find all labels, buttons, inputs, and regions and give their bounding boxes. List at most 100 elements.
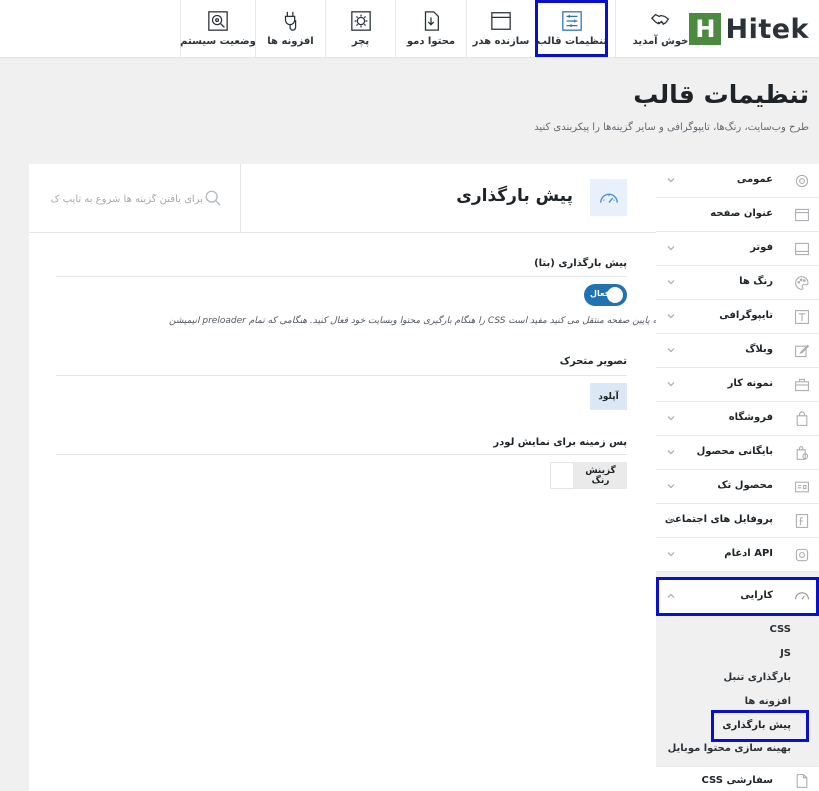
gear-icon [350,11,371,31]
sidebar-item-label: فوتر [750,242,773,253]
preloader-toggle[interactable]: فعال [584,284,627,306]
sidebar-item-api-integration[interactable]: ادغام API [656,538,819,572]
chevron-down-icon [667,552,675,557]
chevron-down-icon [667,348,675,353]
submenu-item-lazy-loading[interactable]: بارگذاری تنبل [723,672,791,683]
sidebar-item-page-header[interactable]: عنوان صفحه [656,198,819,232]
system-status-icon [208,11,228,31]
footer-icon [795,242,809,256]
sidebar-item-shop[interactable]: فروشگاه [656,402,819,436]
page-subtitle: طرح وب‌سایت، رنگ‌ها، تایپوگرافی و سایر گ… [534,122,809,133]
select-color-button[interactable]: گزینش رنگ [574,462,627,489]
nav-label: افزونه ها [267,36,314,47]
toggle-knob [607,287,623,303]
chevron-up-icon [667,593,675,598]
handshake-icon [650,13,669,26]
sidebar-item-label: فروشگاه [728,412,773,423]
chevron-down-icon [667,280,675,285]
submenu-item-plugins[interactable]: افزونه ها [745,696,791,707]
section-icon-box [590,179,627,216]
submenu-item-mobile-optimization[interactable]: بهینه سازی محتوا موبایل [668,743,791,754]
color-swatch[interactable] [550,462,574,489]
chevron-down-icon [667,450,675,455]
submenu-item-js[interactable]: JS [780,648,791,659]
nav-label: تنظیمات قالب [536,36,608,47]
upload-button[interactable]: آپلود [590,383,627,410]
nav-system-status[interactable]: وضعیت سیستم [180,0,256,57]
settings-sliders-icon [562,11,582,31]
sidebar-item-general[interactable]: عمومی [656,164,819,198]
animated-image-label: تصویر متحرک [559,356,627,367]
sidebar-item-label: محصول تک [717,480,773,491]
options-search-input[interactable] [43,188,205,210]
sidebar-item-single-product[interactable]: محصول تک [656,470,819,504]
color-picker: گزینش رنگ [550,462,627,489]
sidebar-item-social-profiles[interactable]: پروفایل های اجتماعی [656,504,819,538]
preloader-label: پیش بارگذاری (بتا) [534,258,627,269]
browser-window-icon [491,12,511,30]
nav-patcher[interactable]: پچر [325,0,395,57]
nav-label: سازنده هدر [472,36,530,47]
loader-background-label: پس زمینه برای نمایش لودر [493,437,627,448]
nav-welcome[interactable]: خوش آمدید [615,0,705,57]
social-icon [795,514,809,528]
sidebar-item-colors[interactable]: رنگ ها [656,266,819,300]
briefcase-icon [795,378,809,392]
sidebar-item-label: رنگ ها [739,276,773,287]
shopping-bag-icon [796,411,808,426]
sidebar-item-label: وبلاگ [745,344,773,355]
sidebar-item-portfolio[interactable]: نمونه کار [656,368,819,402]
field-divider [56,454,627,455]
sidebar-item-label: CSS سفارشی [701,775,773,786]
api-icon [795,548,809,562]
speedometer-icon [795,592,809,600]
page-title: تنظیمات قالب [633,80,809,109]
chevron-down-icon [667,416,675,421]
hitek-logo[interactable]: H Hitek [689,9,809,49]
palette-icon [795,276,809,290]
chevron-down-icon [667,484,675,489]
chevron-down-icon [667,518,675,523]
chevron-down-icon [667,178,675,183]
current-submenu-highlight [711,710,809,742]
chevron-down-icon [667,246,675,251]
nav-label: وضعیت سیستم [180,36,256,47]
sidebar-item-performance[interactable]: کارایی [656,577,819,616]
sidebar-item-label: کارایی [740,590,773,601]
settings-sidebar: عمومی عنوان صفحه فوتر رنگ ها تایپوگرافی [656,164,819,791]
sidebar-item-label: نمونه کار [727,378,773,389]
nav-label: محتوا دمو [406,36,456,47]
field-divider [56,276,627,277]
preloader-description: انیمیشن preloader را هنگام بارگیری محتوا… [169,316,672,326]
chevron-down-icon [667,382,675,387]
chevron-down-icon [667,314,675,319]
nav-plugins[interactable]: افزونه ها [255,0,325,57]
typography-icon [795,310,809,324]
nav-header-builder[interactable]: سازنده هدر [466,0,535,57]
sidebar-item-product-archive[interactable]: بایگانی محصول [656,436,819,470]
settings-panel: پیش بارگذاری پیش بارگذاری (بتا) فعال انی… [29,164,672,791]
download-file-icon [424,11,439,31]
nav-label: خوش آمدید [632,36,689,47]
top-navigation-bar: H Hitek خوش آمدید تنظیمات قالب سازنده هد… [0,0,819,58]
field-divider [56,375,627,376]
sidebar-item-blog[interactable]: وبلاگ [656,334,819,368]
page-header-icon [795,208,809,222]
edit-icon [795,344,810,358]
nav-demo-content[interactable]: محتوا دمو [395,0,466,57]
sidebar-item-label: پروفایل های اجتماعی [664,514,773,525]
gear-icon [795,174,809,188]
sidebar-item-custom-css[interactable]: CSS سفارشی [656,766,819,791]
sidebar-item-label: تایپوگرافی [719,310,773,321]
panel-header: پیش بارگذاری [29,164,656,233]
submenu-item-css[interactable]: CSS [770,624,791,635]
sidebar-item-typography[interactable]: تایپوگرافی [656,300,819,334]
sidebar-item-label: عنوان صفحه [710,208,773,219]
sidebar-item-label: عمومی [736,174,773,185]
sidebar-item-label: ادغام API [724,548,773,559]
sidebar-item-label: بایگانی محصول [696,446,773,457]
nav-label: پچر [351,36,370,47]
sidebar-item-footer[interactable]: فوتر [656,232,819,266]
nav-theme-settings[interactable]: تنظیمات قالب [535,0,608,57]
section-title: پیش بارگذاری [456,186,573,206]
